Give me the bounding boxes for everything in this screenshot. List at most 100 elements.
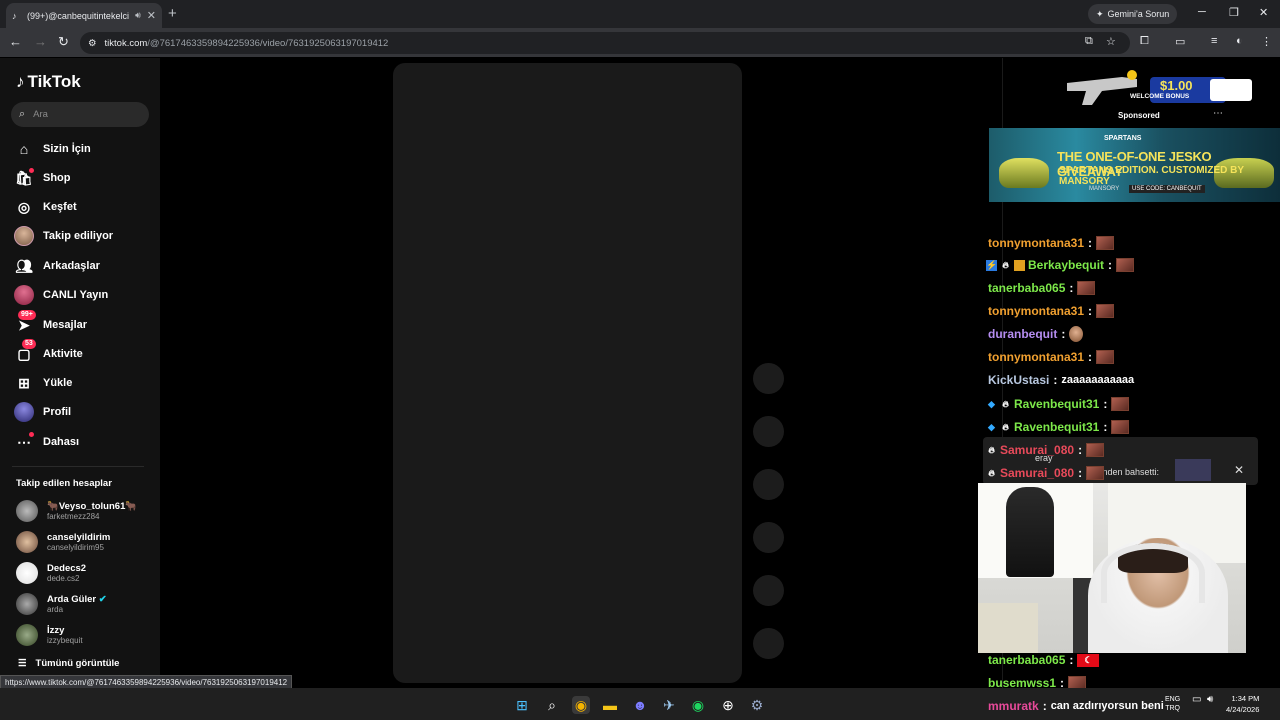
more-options-icon[interactable]: ⋯ [1213,108,1223,119]
sidepanel-icon[interactable]: ▭ [1175,35,1185,48]
logo-text: TikTok [27,72,81,91]
nav-activity[interactable]: ▢ 53 Aktivite [14,339,83,365]
chat-line: duranbequit: [988,324,1084,344]
search-input[interactable]: ⌕ Ara [11,102,149,127]
install-app-icon[interactable]: ⧉ [1085,35,1093,48]
gemini-icon: ✦ [1096,8,1104,19]
close-icon[interactable]: ✕ [1234,463,1244,477]
nav-label: Yükle [43,377,73,389]
nav-label: CANLI Yayın [43,289,109,301]
nav-profile[interactable]: Profil [14,401,71,423]
account-name: 🐂Veyso_tolun61🐂 [47,500,138,512]
date: 4/24/2026 [1226,705,1260,714]
account-user: canselyildirim95 [47,542,104,552]
account-name: Dedecs2 [47,562,87,574]
spotify-icon[interactable]: ◉ [689,696,707,714]
nav-explore[interactable]: ◎ Keşfet [14,196,77,218]
bookmark-star-icon[interactable]: ☆ [1106,35,1116,48]
time: 1:34 PM [1231,694,1260,703]
avatar-icon [14,226,34,246]
following-account[interactable]: Arda Güler ✔ arda [16,591,107,617]
gemini-button[interactable]: ✦ Gemini'a Sorun [1088,4,1178,24]
home-icon: ⌂ [19,141,29,157]
nav-friends[interactable]: 👥︎ Arkadaşlar [14,255,100,277]
following-account[interactable]: İzzy izzybequit [16,622,83,648]
shop-icon: 🛍︎ [15,168,34,186]
clock[interactable]: 1:34 PM 4/24/2026 [1226,693,1259,715]
url-field[interactable]: ⚙ tiktok.com /@7617463359894225936/video… [80,32,1130,54]
see-all-button[interactable]: ☰ Tümünü görüntüle [18,658,119,669]
nav-more[interactable]: ⋯ Dahası [14,431,79,453]
media-icon[interactable]: ≡ [1211,35,1217,47]
nav-shop[interactable]: 🛍︎ Shop [14,167,71,189]
start-icon[interactable]: ⊞ [513,696,531,714]
close-tab-icon[interactable]: ✕ [147,9,156,22]
reload-icon[interactable]: ↻ [58,34,69,50]
compass-icon: ◎ [17,198,31,215]
language-indicator[interactable]: ENG TRQ [1165,695,1180,713]
nav-label: Profil [43,406,72,418]
network-icon[interactable]: ▭ [1192,695,1201,705]
emote-icon [1086,466,1105,480]
avatar [16,531,38,553]
settings-icon[interactable]: ⚙ [748,696,766,714]
giveaway-banner[interactable]: SPARTANS THE ONE-OF-ONE JESKO GIVEAWAY S… [989,128,1280,202]
comment-button[interactable] [753,416,784,447]
menu-kebab-icon[interactable]: ⋮ [1261,35,1272,48]
nav-live[interactable]: CANLI Yayın [14,284,108,306]
gift-badge-icon: 🔥︎ [988,467,995,478]
chat-user: Berkaybequit [1028,258,1105,272]
chrome-icon[interactable]: ◉ [572,696,590,714]
discord-icon[interactable]: ☻ [631,696,649,714]
chat-user: tanerbaba065 [988,653,1066,667]
promo-amount: $1.00 [1160,78,1193,93]
back-icon[interactable]: ← [9,34,22,49]
nav-label: Dahası [43,436,80,448]
tiktok-logo[interactable]: ♪ TikTok [16,72,81,92]
new-tab-button[interactable]: + [168,5,177,22]
scroll-up-button[interactable] [753,575,784,606]
car-graphic [999,158,1049,188]
profile-avatar-icon[interactable]: ◐ [1236,35,1243,47]
search-taskbar-icon[interactable]: ⌕ [543,696,561,714]
nav-upload[interactable]: ⊞ Yükle [14,372,72,394]
messages-icon: ➤ 99+ [14,310,36,335]
share-button[interactable] [753,522,784,553]
close-window-icon[interactable]: ✕ [1259,6,1268,19]
desk-graphic [978,603,1038,653]
speaker-icon[interactable]: 🔊︎ [135,10,141,21]
file-explorer-icon[interactable]: ▬ [601,696,619,714]
following-account[interactable]: 🐂Veyso_tolun61🐂 farketmezz284 [16,498,137,524]
crown-badge-icon [1014,259,1025,271]
video-player[interactable] [393,63,742,683]
promo-ad[interactable]: $1.00 WELCOME BONUS [1062,65,1262,115]
live-icon [14,285,34,305]
banner-subline: SPARTANS EDITION. CUSTOMIZED BY MANSORY [1059,165,1244,187]
avatar [16,562,38,584]
nav-messages[interactable]: ➤ 99+ Mesajlar [14,310,87,336]
chat-message: zaaaaaaaaaaa [1061,374,1135,386]
following-account[interactable]: canselyildirim canselyildirim95 [16,529,110,555]
nav-following[interactable]: Takip ediliyor [14,225,113,247]
nav-for-you[interactable]: ⌂ Sizin İçin [14,138,91,160]
forward-icon[interactable]: → [34,34,47,49]
bookmark-button[interactable] [753,469,784,500]
site-info-icon[interactable]: ⚙ [88,38,97,49]
volume-icon[interactable]: 🔊︎ [1207,695,1213,705]
app-icon[interactable]: ⊕ [719,696,737,714]
following-account[interactable]: Dedecs2 dede.cs2 [16,560,86,586]
emote-icon [1111,397,1130,411]
chat-user: tanerbaba065 [988,281,1066,295]
maximize-icon[interactable]: ❐ [1229,6,1239,19]
list-icon: ☰ [18,658,27,669]
like-button[interactable] [753,363,784,394]
tiktok-note-icon: ♪ [16,72,25,91]
verified-icon: ✔ [98,593,107,605]
steam-icon[interactable]: ✈ [660,696,678,714]
browser-tab[interactable]: ♪ (99+)@canbequitintekelcisi 🔊︎ ✕ [6,3,162,28]
minimize-icon[interactable]: ─ [1198,6,1206,18]
scroll-down-button[interactable] [753,628,784,659]
lang: ENG [1165,696,1181,703]
extensions-icon[interactable]: ⧠ [1140,35,1149,48]
see-all-label: Tümünü görüntüle [35,658,120,669]
